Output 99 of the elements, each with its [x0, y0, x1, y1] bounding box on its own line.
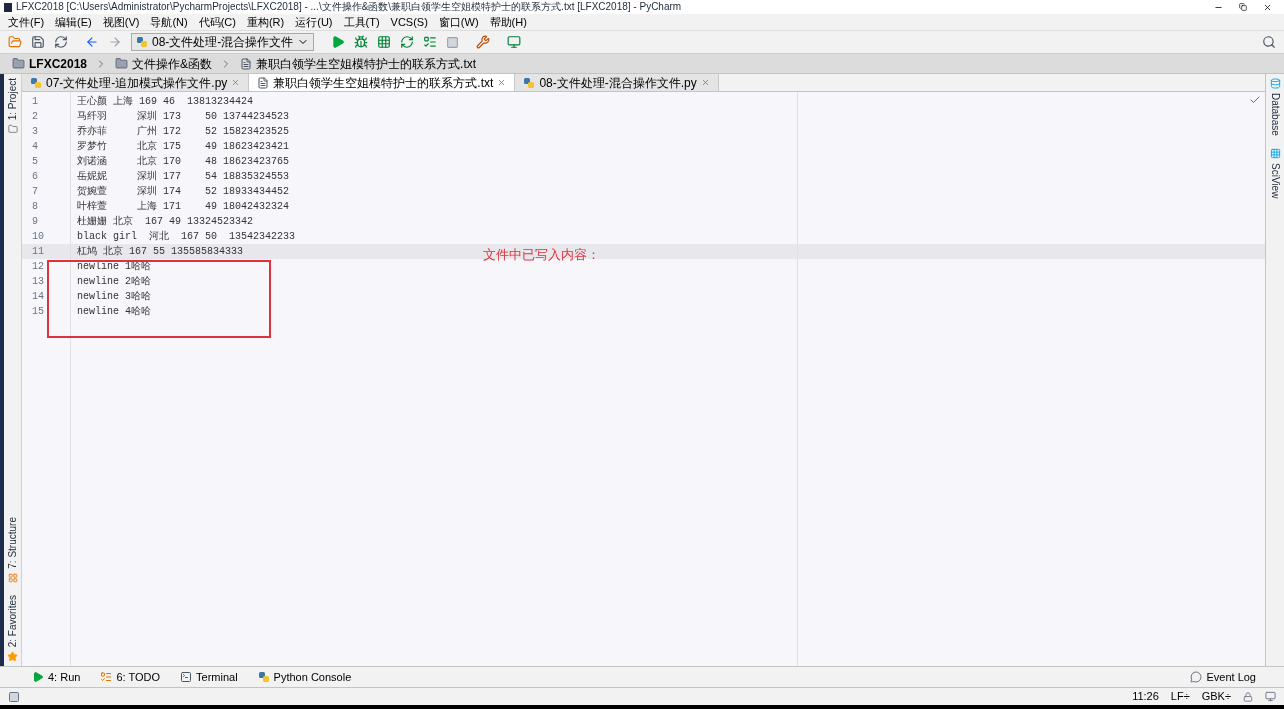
- line-number: 12: [31, 260, 45, 274]
- restore-icon[interactable]: [1239, 3, 1247, 11]
- menu-item[interactable]: 运行(U): [295, 13, 333, 31]
- menu-item[interactable]: 文件(F): [8, 13, 45, 31]
- event-log-button[interactable]: Event Log: [1190, 668, 1256, 686]
- code-line: 贺婉萱 深圳 174 52 18933434452: [77, 184, 290, 199]
- todo-icon: [100, 671, 113, 683]
- tool-window-button[interactable]: Python Console: [257, 668, 352, 686]
- breadcrumb[interactable]: 兼职白领学生空姐模特护士的联系方式.txt: [256, 54, 477, 73]
- window-title: LFXC2018 [C:\Users\Administrator\PycharmProjects\LFXC2018] - ...\文件操作&函数\兼职白领学生空姐模特护士的联系方式.txt [LFXC2018] - PyCharm: [16, 2, 682, 12]
- code-line: 马纤羽 深圳 173 50 13744234523: [77, 109, 290, 124]
- tool-window-tab[interactable]: Database: [1267, 93, 1283, 136]
- run-icon[interactable]: [331, 35, 346, 49]
- database-icon: [1269, 78, 1281, 89]
- grid-icon: [1269, 147, 1281, 159]
- line-number: 14: [31, 290, 45, 304]
- app-icon: [4, 2, 12, 12]
- bug-icon[interactable]: [354, 35, 369, 49]
- code-line: newline 1哈哈: [77, 260, 151, 274]
- python-file-icon: [136, 36, 148, 48]
- code-line: 叶梓萱 上海 171 49 18042432324: [77, 199, 290, 214]
- check-icon: [1249, 94, 1261, 106]
- speech-bubble-icon: [1190, 671, 1203, 683]
- code-line: 杠鸠 北京 167 55 135585834333: [77, 244, 244, 259]
- stop-icon[interactable]: [446, 35, 460, 49]
- back-icon[interactable]: [85, 35, 99, 49]
- code-line: newline 2哈哈: [77, 275, 151, 289]
- breadcrumb[interactable]: LFXC2018: [29, 54, 88, 73]
- code-line: 刘诺涵 北京 170 48 18623423765: [77, 154, 290, 169]
- line-number: 5: [31, 155, 39, 169]
- structure-icon: [7, 572, 18, 583]
- play-icon: [32, 671, 44, 683]
- line-number: 4: [31, 140, 39, 154]
- menu-item[interactable]: 代码(C): [198, 13, 236, 31]
- open-folder-icon[interactable]: [8, 35, 22, 49]
- tool-window-button[interactable]: Terminal: [180, 668, 238, 686]
- code-line: 王心颜 上海 169 46 13813234424: [77, 94, 254, 109]
- menu-item[interactable]: 帮助(H): [489, 13, 527, 31]
- tool-window-tab[interactable]: SciView: [1267, 162, 1283, 199]
- code-line: 杜姗姗 北京 167 49 13324523342: [77, 214, 254, 229]
- code-line: 罗梦竹 北京 175 49 18623423421: [77, 139, 290, 154]
- line-number: 13: [31, 275, 45, 289]
- menu-item[interactable]: 工具(T): [343, 13, 380, 31]
- star-icon: [7, 651, 18, 662]
- menu-item[interactable]: 编辑(E): [55, 13, 92, 31]
- code-line: newline 4哈哈: [77, 305, 151, 319]
- caret-position[interactable]: 11:26: [1132, 688, 1159, 705]
- code-line: black girl 河北 167 50 13542342233: [77, 229, 296, 244]
- line-number: 15: [31, 305, 45, 319]
- python-file-icon: [523, 76, 536, 89]
- run-configuration-dropdown[interactable]: 08-文件处理-混合操作文件: [131, 33, 315, 51]
- tool-window-tab[interactable]: 2: Favorites: [5, 594, 20, 647]
- line-number: 3: [31, 125, 39, 139]
- menu-item[interactable]: 导航(N): [150, 13, 188, 31]
- lock-icon[interactable]: [1243, 691, 1253, 702]
- line-number: 7: [31, 185, 39, 199]
- search-icon[interactable]: [1262, 35, 1276, 49]
- terminal-icon: [180, 671, 193, 683]
- panel-toggle-icon[interactable]: [8, 690, 20, 703]
- python-file-icon: [30, 76, 42, 89]
- forward-icon[interactable]: [108, 35, 122, 49]
- line-number: 9: [31, 215, 39, 229]
- tool-window-button[interactable]: 4: Run: [32, 668, 81, 686]
- file-encoding[interactable]: GBK÷: [1201, 688, 1231, 705]
- close-icon[interactable]: [1263, 2, 1272, 12]
- editor-tab[interactable]: 07-文件处理-追加模式操作文件.py: [22, 74, 250, 91]
- tool-window-tab[interactable]: 1: Project: [5, 78, 20, 121]
- folder-icon: [7, 124, 18, 135]
- annotation-text: 文件中已写入内容：: [483, 246, 600, 264]
- line-number: 11: [31, 245, 45, 259]
- breadcrumb[interactable]: 文件操作&函数: [132, 54, 213, 73]
- line-number: 10: [31, 230, 45, 244]
- line-number: 2: [31, 110, 39, 124]
- menu-item[interactable]: 视图(V): [102, 13, 140, 31]
- save-icon[interactable]: [31, 35, 45, 49]
- tab-label: 08-文件处理-混合操作文件.py: [539, 74, 697, 92]
- tab-label: 07-文件处理-追加模式操作文件.py: [46, 74, 228, 92]
- tool-window-tab[interactable]: 7: Structure: [5, 517, 20, 569]
- wrench-icon[interactable]: [476, 35, 491, 49]
- menu-item[interactable]: 窗口(W): [438, 13, 479, 31]
- python-icon: [257, 671, 270, 683]
- tool-window-button[interactable]: 6: TODO: [100, 668, 161, 686]
- tab-label: 兼职白领学生空姐模特护士的联系方式.txt: [273, 74, 494, 92]
- text-file-icon: [257, 76, 270, 89]
- editor-tab[interactable]: 兼职白领学生空姐模特护士的联系方式.txt: [249, 74, 516, 91]
- code-line: 乔亦菲 广州 172 52 15823423525: [77, 124, 290, 139]
- folder-icon: [115, 57, 129, 70]
- sync-icon[interactable]: [54, 35, 68, 49]
- menu-item[interactable]: VCS(S): [390, 13, 428, 31]
- line-number: 6: [31, 170, 39, 184]
- editor-tab[interactable]: 08-文件处理-混合操作文件.py: [515, 74, 719, 91]
- folder-icon: [12, 57, 25, 70]
- line-number: 1: [31, 95, 39, 109]
- line-separator[interactable]: LF÷: [1170, 688, 1190, 705]
- code-line: 岳妮妮 深圳 177 54 18835324553: [77, 169, 290, 184]
- code-line: newline 3哈哈: [77, 290, 151, 304]
- menu-item[interactable]: 重构(R): [246, 13, 285, 31]
- text-file-icon: [240, 57, 253, 70]
- line-number: 8: [31, 200, 39, 214]
